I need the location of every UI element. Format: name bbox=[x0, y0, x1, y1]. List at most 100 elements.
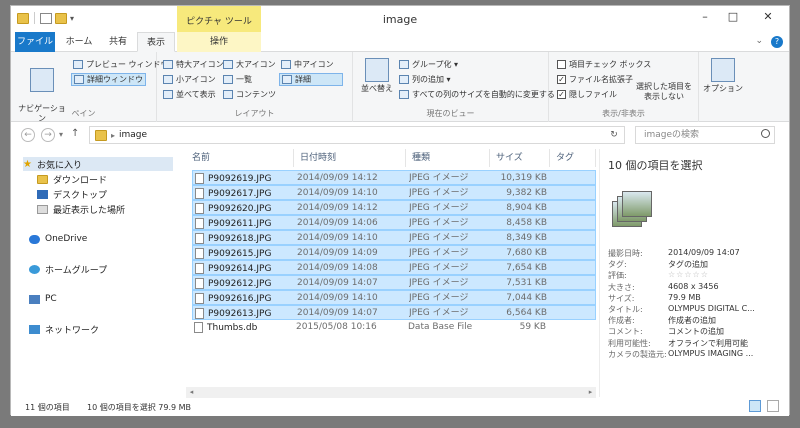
layout-extra-large-icons[interactable]: 特大アイコン bbox=[161, 58, 226, 71]
properties-icon[interactable] bbox=[40, 12, 52, 24]
customize-qat-icon[interactable]: ▾ bbox=[70, 14, 74, 23]
status-item-count: 11 個の項目 bbox=[25, 403, 70, 412]
recent-locations-icon[interactable]: ▾ bbox=[59, 130, 63, 139]
column-header-tag[interactable]: タグ bbox=[550, 149, 596, 167]
hide-selected-label: 選択した項目を 表示しない bbox=[636, 82, 692, 101]
sort-button[interactable]: 並べ替え bbox=[359, 58, 395, 94]
detail-property-value[interactable]: コメントの追加 bbox=[668, 326, 724, 337]
group-by-icon bbox=[399, 60, 409, 69]
layout-content[interactable]: コンテンツ bbox=[221, 88, 278, 101]
scroll-left-icon[interactable]: ◂ bbox=[186, 387, 197, 398]
column-header-date[interactable]: 日付時刻 bbox=[294, 149, 406, 167]
options-button[interactable]: オプション bbox=[703, 58, 743, 94]
file-row[interactable]: P9092611.JPG 2014/09/09 14:06 JPEG イメージ 8,4… bbox=[192, 215, 596, 230]
collapse-ribbon-icon[interactable]: ⌄ bbox=[755, 36, 763, 48]
detail-property-label: コメント: bbox=[608, 327, 643, 337]
file-row[interactable]: P9092613.JPG 2014/09/09 14:07 JPEG イメージ 6,5… bbox=[192, 305, 596, 320]
item-checkbox-checkbox[interactable] bbox=[557, 60, 566, 69]
details-view-toggle-icon[interactable] bbox=[749, 400, 761, 412]
nav-favorites[interactable]: ★ お気に入り bbox=[23, 157, 173, 171]
file-size: 59 KB bbox=[519, 322, 546, 332]
minimize-button[interactable]: – bbox=[691, 6, 719, 28]
breadcrumb-current[interactable]: image bbox=[119, 130, 147, 140]
nav-homegroup[interactable]: ホームグループ bbox=[29, 262, 107, 276]
file-row[interactable]: P9092615.JPG 2014/09/09 14:09 JPEG イメージ 7,6… bbox=[192, 245, 596, 260]
preview-pane-button[interactable]: プレビュー ウィンドウ bbox=[71, 58, 171, 71]
detail-property: タグ: タグの追加 bbox=[608, 259, 708, 270]
tab-home[interactable]: ホーム bbox=[59, 32, 99, 52]
file-icon bbox=[195, 293, 204, 304]
hidden-files-toggle[interactable]: ✓ 隠しファイル bbox=[555, 88, 619, 101]
file-ext-checkbox[interactable]: ✓ bbox=[557, 75, 566, 84]
file-icon bbox=[195, 263, 204, 274]
hide-selected-button[interactable]: 選択した項目を 表示しない bbox=[633, 72, 695, 102]
file-row[interactable]: P9092616.JPG 2014/09/09 14:10 JPEG イメージ 7,0… bbox=[192, 290, 596, 305]
nav-network[interactable]: ネットワーク bbox=[29, 322, 99, 336]
tab-manage[interactable]: 操作 bbox=[177, 32, 261, 52]
new-folder-icon[interactable] bbox=[55, 12, 67, 24]
forward-button[interactable]: → bbox=[41, 128, 55, 142]
layout-tiles[interactable]: 並べて表示 bbox=[161, 88, 218, 101]
scroll-right-icon[interactable]: ▸ bbox=[585, 387, 596, 398]
search-icon[interactable] bbox=[761, 129, 770, 138]
detail-property-label: 大きさ: bbox=[608, 282, 635, 292]
details-pane-button[interactable]: 詳細ウィンドウ bbox=[71, 73, 146, 86]
column-header-type[interactable]: 種類 bbox=[406, 149, 490, 167]
nav-recent[interactable]: 最近表示した場所 bbox=[37, 202, 125, 216]
maximize-button[interactable]: □ bbox=[719, 6, 747, 28]
layout-details[interactable]: 詳細 bbox=[279, 73, 343, 86]
file-row[interactable]: P9092620.JPG 2014/09/09 14:12 JPEG イメージ 8,9… bbox=[192, 200, 596, 215]
up-button[interactable]: ↑ bbox=[71, 128, 79, 139]
file-row[interactable]: P9092619.JPG 2014/09/09 14:12 JPEG イメージ 10,… bbox=[192, 170, 596, 185]
detail-property-value[interactable]: 作成者の追加 bbox=[668, 315, 716, 326]
item-checkbox-label: 項目チェック ボックス bbox=[569, 60, 652, 69]
nav-downloads[interactable]: ダウンロード bbox=[37, 172, 107, 186]
refresh-icon[interactable]: ↻ bbox=[604, 130, 624, 140]
recent-places-icon bbox=[37, 204, 48, 214]
detail-property-value[interactable]: タグの追加 bbox=[668, 259, 708, 270]
homegroup-icon bbox=[29, 264, 40, 274]
context-tab-title: ピクチャ ツール bbox=[177, 6, 261, 32]
file-row[interactable]: P9092617.JPG 2014/09/09 14:10 JPEG イメージ 9,3… bbox=[192, 185, 596, 200]
tab-view[interactable]: 表示 bbox=[137, 32, 175, 52]
nav-desktop[interactable]: デスクトップ bbox=[37, 187, 107, 201]
item-checkbox-toggle[interactable]: 項目チェック ボックス bbox=[555, 58, 653, 71]
fit-columns-button[interactable]: すべての列のサイズを自動的に変更する bbox=[397, 88, 557, 101]
file-icon bbox=[195, 233, 204, 244]
layout-list[interactable]: 一覧 bbox=[221, 73, 254, 86]
layout-medium-icons[interactable]: 中アイコン bbox=[279, 58, 336, 71]
address-bar[interactable]: ▸ image ↻ bbox=[89, 126, 625, 144]
file-type: JPEG イメージ bbox=[409, 308, 469, 318]
detail-property-value[interactable]: ☆☆☆☆☆ bbox=[668, 270, 709, 281]
tab-file[interactable]: ファイル bbox=[15, 32, 55, 52]
layout-small-icons[interactable]: 小アイコン bbox=[161, 73, 218, 86]
downloads-folder-icon bbox=[37, 174, 48, 184]
breadcrumb-chevron-icon[interactable]: ▸ bbox=[111, 131, 115, 140]
hidden-files-checkbox[interactable]: ✓ bbox=[557, 90, 566, 99]
nav-onedrive-label: OneDrive bbox=[45, 234, 88, 244]
group-by-button[interactable]: グループ化 ▾ bbox=[397, 58, 460, 71]
horizontal-scrollbar[interactable]: ◂ ▸ bbox=[186, 387, 596, 398]
file-name: P9092618.JPG bbox=[208, 233, 272, 244]
window-title: image bbox=[382, 13, 418, 26]
file-name: P9092617.JPG bbox=[208, 188, 272, 199]
file-ext-toggle[interactable]: ✓ ファイル名拡張子 bbox=[555, 73, 635, 86]
large-icons-view-toggle-icon[interactable] bbox=[767, 400, 779, 412]
search-input[interactable]: imageの検索 bbox=[635, 126, 775, 144]
close-button[interactable]: ✕ bbox=[747, 6, 789, 28]
tab-share[interactable]: 共有 bbox=[101, 32, 135, 52]
detail-property-label: サイズ: bbox=[608, 293, 635, 303]
group-label-show-hide: 表示/非表示 bbox=[602, 109, 645, 118]
column-header-name[interactable]: 名前 bbox=[186, 149, 294, 167]
help-icon[interactable]: ? bbox=[771, 36, 783, 48]
nav-onedrive[interactable]: OneDrive bbox=[29, 232, 87, 246]
file-row[interactable]: P9092612.JPG 2014/09/09 14:07 JPEG イメージ 7,5… bbox=[192, 275, 596, 290]
column-header-size[interactable]: サイズ bbox=[490, 149, 550, 167]
file-row[interactable]: Thumbs.db 2015/05/08 10:16 Data Base File 5… bbox=[192, 320, 596, 335]
layout-large-icons[interactable]: 大アイコン bbox=[221, 58, 278, 71]
add-column-button[interactable]: 列の追加 ▾ bbox=[397, 73, 453, 86]
back-button[interactable]: ← bbox=[21, 128, 35, 142]
file-row[interactable]: P9092614.JPG 2014/09/09 14:08 JPEG イメージ 7,6… bbox=[192, 260, 596, 275]
nav-pc[interactable]: PC bbox=[29, 292, 57, 306]
file-row[interactable]: P9092618.JPG 2014/09/09 14:10 JPEG イメージ 8,3… bbox=[192, 230, 596, 245]
